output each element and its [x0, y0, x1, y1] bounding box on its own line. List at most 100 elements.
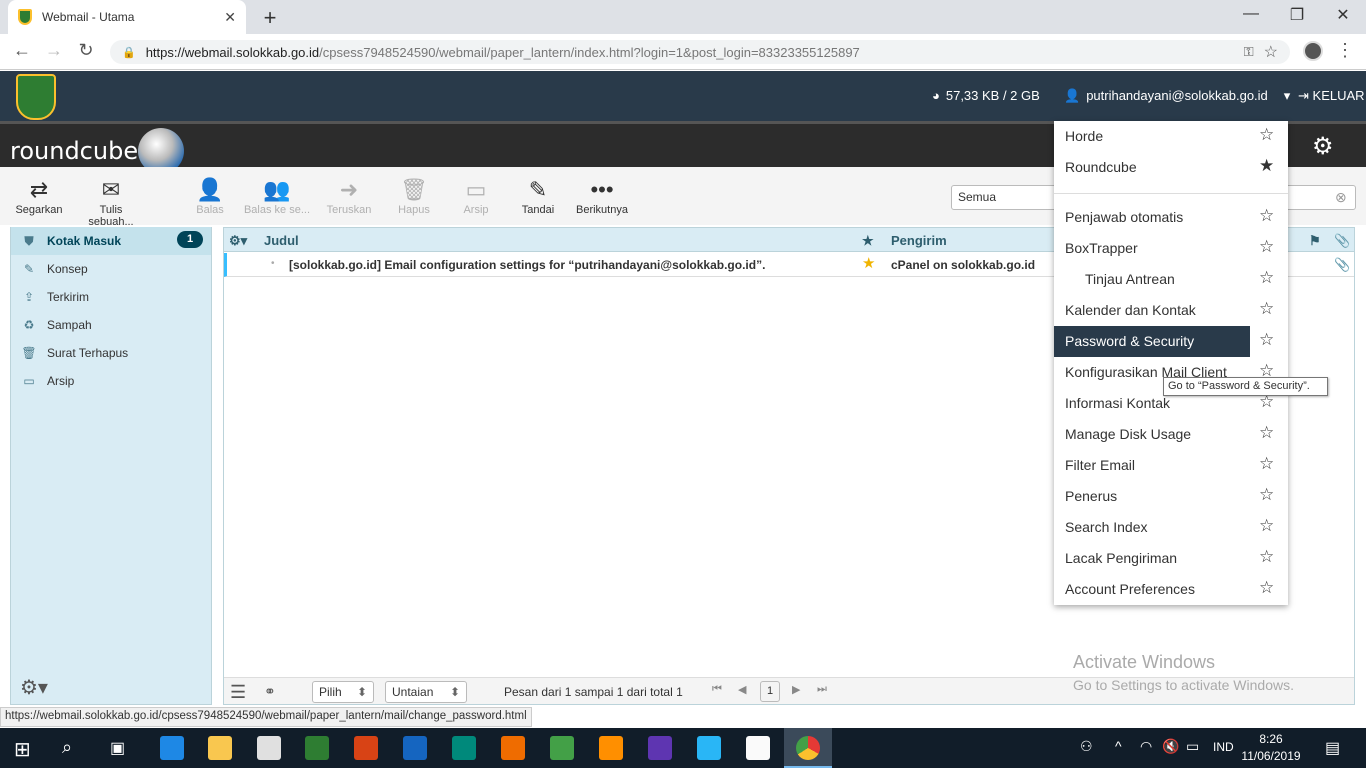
people-icon[interactable]: ⚇ — [1080, 738, 1093, 755]
folder-archive[interactable]: ▭ Arsip — [11, 367, 211, 395]
chrome-icon[interactable] — [796, 736, 820, 760]
column-attachment-icon[interactable]: 📎 — [1334, 233, 1350, 249]
app-slash-icon[interactable] — [648, 736, 672, 760]
column-flag-star-icon[interactable]: ★ — [862, 233, 874, 249]
file-explorer-icon[interactable] — [208, 736, 232, 760]
favorite-star-icon[interactable]: ☆ — [1259, 299, 1274, 319]
powerpoint-icon[interactable] — [354, 736, 378, 760]
favorite-star-icon[interactable]: ☆ — [1259, 485, 1274, 505]
logout-button[interactable]: ⇥ KELUAR — [1298, 88, 1365, 104]
refresh-button[interactable]: ⇄ Segarkan — [4, 176, 74, 216]
restore-icon[interactable]: ❐ — [1274, 5, 1320, 25]
mark-button[interactable]: ✎ Tandai — [503, 176, 573, 216]
bookmark-star-icon[interactable]: ☆ — [1264, 42, 1278, 62]
settings-gear-icon[interactable]: ⚙ — [1312, 132, 1334, 161]
threads-dropdown[interactable]: Untaian ⬍ — [385, 681, 467, 703]
folder-junk[interactable]: ♻ Sampah — [11, 311, 211, 339]
menu-item-review-queue[interactable]: Tinjau Antrean — [1054, 264, 1250, 295]
favorite-star-icon[interactable]: ☆ — [1259, 516, 1274, 536]
edge-icon[interactable] — [160, 736, 184, 760]
list-view-icon[interactable]: ☰ — [230, 682, 246, 703]
tray-chevron-icon[interactable]: ^ — [1115, 738, 1122, 754]
menu-item-boxtrapper[interactable]: BoxTrapper — [1054, 233, 1250, 264]
uc-browser-icon[interactable] — [599, 736, 623, 760]
more-button[interactable]: ••• Berikutnya — [567, 176, 637, 216]
folder-trash[interactable]: 🗑 Surat Terhapus — [11, 339, 211, 367]
favorite-star-icon[interactable]: ☆ — [1259, 578, 1274, 598]
favorite-star-icon[interactable]: ☆ — [1259, 268, 1274, 288]
flagged-star-icon[interactable]: ★ — [862, 254, 875, 272]
close-tab-icon[interactable]: ✕ — [224, 9, 236, 26]
profile-avatar[interactable] — [1303, 41, 1323, 61]
close-window-icon[interactable]: ✕ — [1320, 5, 1366, 25]
site-logo[interactable] — [16, 74, 56, 120]
clock-time[interactable]: 8:26 — [1241, 732, 1301, 746]
task-view-icon[interactable]: ▣ — [110, 738, 125, 758]
menu-item-forwarders[interactable]: Penerus — [1054, 481, 1250, 512]
favorite-star-icon[interactable]: ★ — [1259, 156, 1274, 176]
search-icon[interactable]: ⌕ — [62, 737, 72, 758]
store-icon[interactable] — [257, 736, 281, 760]
favorite-star-icon[interactable]: ☆ — [1259, 547, 1274, 567]
threads-icon[interactable]: ⚭ — [264, 683, 276, 700]
menu-item-search-index[interactable]: Search Index — [1054, 512, 1250, 543]
next-page-icon[interactable]: ▶ — [792, 683, 800, 696]
menu-item-horde[interactable]: Horde — [1054, 121, 1250, 152]
vlc-icon[interactable] — [501, 736, 525, 760]
browser-menu-icon[interactable]: ⋮ — [1336, 40, 1354, 61]
favorite-star-icon[interactable]: ☆ — [1259, 423, 1274, 443]
menu-item-autoresponder[interactable]: Penjawab otomatis — [1054, 202, 1250, 233]
compose-button[interactable]: ✉ Tulis sebuah... — [76, 176, 146, 228]
reply-button[interactable]: 👤 Balas — [175, 176, 245, 216]
first-page-icon[interactable]: ⏮ — [712, 683, 722, 696]
menu-item-disk-usage[interactable]: Manage Disk Usage — [1054, 419, 1250, 450]
app-triangle-icon[interactable] — [550, 736, 574, 760]
clear-search-icon[interactable]: ⊗ — [1335, 189, 1347, 206]
menu-item-track-delivery[interactable]: Lacak Pengiriman — [1054, 543, 1250, 574]
word-icon[interactable] — [403, 736, 427, 760]
select-dropdown[interactable]: Pilih ⬍ — [312, 681, 374, 703]
browser-tab[interactable]: Webmail - Utama ✕ — [8, 0, 246, 34]
archive-button[interactable]: ▭ Arsip — [441, 176, 511, 216]
battery-icon[interactable]: ▭ — [1186, 738, 1199, 755]
menu-item-calendar-contacts[interactable]: Kalender dan Kontak — [1054, 295, 1250, 326]
column-sender[interactable]: Pengirim — [891, 233, 947, 248]
last-page-icon[interactable]: ⏭ — [817, 683, 827, 696]
page-number-input[interactable]: 1 — [760, 681, 780, 702]
favorite-star-icon[interactable]: ☆ — [1259, 206, 1274, 226]
message-sender[interactable]: cPanel on solokkab.go.id — [891, 258, 1035, 272]
language-indicator[interactable]: IND — [1213, 740, 1234, 754]
url-input[interactable]: 🔒 https://webmail.solokkab.go.id/cpsess7… — [110, 40, 1290, 64]
notifications-icon[interactable]: ▤ — [1325, 738, 1340, 758]
delete-button[interactable]: 🗑 Hapus — [379, 176, 449, 216]
favorite-star-icon[interactable]: ☆ — [1259, 237, 1274, 257]
clock-date[interactable]: 11/06/2019 — [1241, 749, 1301, 763]
minimize-icon[interactable]: — — [1228, 5, 1274, 23]
reply-all-button[interactable]: 👥 Balas ke se... — [242, 176, 312, 216]
menu-item-account-preferences[interactable]: Account Preferences — [1054, 574, 1250, 605]
volume-muted-icon[interactable]: 🔇 — [1162, 738, 1179, 755]
publisher-icon[interactable] — [452, 736, 476, 760]
column-subject[interactable]: Judul — [264, 233, 299, 248]
reload-icon[interactable]: ↻ — [74, 40, 98, 61]
menu-item-email-filter[interactable]: Filter Email — [1054, 450, 1250, 481]
folder-settings-gear-icon[interactable]: ⚙▾ — [20, 675, 48, 700]
key-icon[interactable]: ⚿ — [1244, 44, 1254, 60]
new-tab-button[interactable]: + — [258, 5, 282, 31]
menu-item-roundcube[interactable]: Roundcube — [1054, 152, 1250, 183]
folder-sent[interactable]: ⇪ Terkirim — [11, 283, 211, 311]
folder-drafts[interactable]: ✎ Konsep — [11, 255, 211, 283]
wifi-icon[interactable]: ◠ — [1140, 738, 1152, 755]
user-menu-button[interactable]: 👤 putrihandayani@solokkab.go.id ▾ — [1064, 88, 1290, 104]
favorite-star-icon[interactable]: ☆ — [1259, 330, 1274, 350]
forward-icon[interactable]: → — [42, 40, 66, 61]
favorite-star-icon[interactable]: ☆ — [1259, 125, 1274, 145]
column-flag-icon[interactable]: ⚑ — [1309, 233, 1321, 249]
message-subject[interactable]: [solokkab.go.id] Email configuration set… — [289, 258, 765, 272]
internet-explorer-icon[interactable] — [697, 736, 721, 760]
excel-icon[interactable] — [305, 736, 329, 760]
favorite-star-icon[interactable]: ☆ — [1259, 454, 1274, 474]
list-options-gear-icon[interactable]: ⚙▾ — [229, 233, 247, 249]
mail-app-icon[interactable] — [746, 736, 770, 760]
prev-page-icon[interactable]: ◀ — [738, 683, 746, 696]
